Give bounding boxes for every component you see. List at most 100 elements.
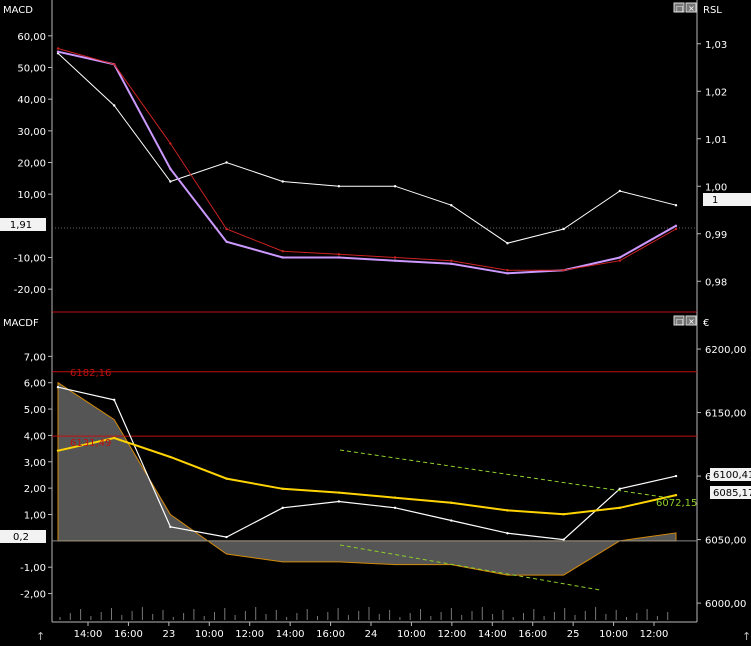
time-tick-label: 12:00 <box>437 629 466 640</box>
upper-value-badge-text: 1,91 <box>10 220 32 231</box>
macdf-histogram-area <box>57 381 677 576</box>
minimize-icon: □ <box>676 4 684 13</box>
upper-left-tick-label: 10,00 <box>17 190 46 201</box>
upper-right-tick-label: 1,01 <box>705 135 727 146</box>
lower-series-point <box>562 512 565 516</box>
lower-series-point <box>674 474 678 478</box>
upper-rsl-badge-text: 1 <box>712 195 718 206</box>
lower-right-tick-label: 6050,00 <box>705 536 746 547</box>
price-badge-lower-text: 6085,17 <box>713 488 751 499</box>
upper-left-tick-label: -10,00 <box>14 254 46 265</box>
upper-series-point <box>562 268 565 272</box>
upper-panel: MACD RSL □ × 60,0050,0040,0030,0020,0010… <box>0 0 751 312</box>
lower-left-tick-label: -2,00 <box>20 590 46 601</box>
time-tick-label: 16:00 <box>316 629 345 640</box>
chart-canvas: MACD RSL □ × 60,0050,0040,0030,0020,0010… <box>0 0 751 643</box>
upper-right-tick-label: 1,03 <box>705 40 727 51</box>
upper-series-point <box>506 268 509 272</box>
upper-series-point <box>506 242 509 245</box>
time-tick-label: 16:00 <box>114 629 143 640</box>
lower-series-point <box>618 487 622 490</box>
lower-series-point <box>393 496 397 499</box>
upper-window-controls[interactable]: □ × <box>673 2 697 13</box>
upper-series-point <box>281 180 284 183</box>
upper-left-tick-label: 30,00 <box>17 127 46 138</box>
upper-series-point <box>393 259 397 262</box>
time-tick-label: 14:00 <box>276 629 305 640</box>
lower-left-label: MACDF <box>3 318 39 329</box>
lower-left-tick-label: 6,00 <box>24 379 46 390</box>
upper-series-point <box>506 272 509 275</box>
upper-series-point <box>56 50 60 53</box>
upper-series-line-rsl <box>57 52 677 244</box>
upper-right-tick-label: 1,00 <box>705 182 727 193</box>
upper-series-point <box>169 167 172 171</box>
lower-left-tick-label: 5,00 <box>24 405 46 416</box>
time-tick-label: 24 <box>365 629 378 640</box>
lower-value-badge-text: 0,2 <box>13 532 29 543</box>
hline-annotation-1: 6182,16 <box>70 368 111 379</box>
chart-window: MACD RSL □ × 60,00 50,00 40,00 30,00 20,00 10… <box>0 0 751 643</box>
upper-left-label: MACD <box>3 5 33 16</box>
time-tick-label: 25 <box>567 629 580 640</box>
upper-series-point <box>225 240 228 243</box>
upper-series-point <box>169 180 172 183</box>
scroll-left-arrow-icon[interactable]: ↑ <box>36 630 45 643</box>
upper-series-point <box>562 227 565 231</box>
lower-window-controls[interactable]: □ × <box>673 315 697 326</box>
time-tick-label: 10:00 <box>599 629 628 640</box>
upper-series-point <box>618 256 622 259</box>
upper-series-point <box>169 142 172 145</box>
upper-series-point <box>112 63 116 66</box>
upper-series-point <box>618 259 622 262</box>
upper-right-label: RSL <box>703 5 722 16</box>
upper-series-line-signal <box>57 48 677 271</box>
lower-series-point <box>562 538 565 541</box>
upper-series-point <box>225 161 228 164</box>
time-tick-label: 23 <box>162 629 175 640</box>
upper-series-point <box>450 259 453 262</box>
lower-series-point <box>393 506 397 510</box>
upper-series-point <box>674 204 678 207</box>
lower-series-point <box>618 506 622 510</box>
upper-series-line-macd <box>57 50 677 275</box>
lower-series-point <box>225 477 228 480</box>
upper-series-point <box>281 249 284 253</box>
trend-annotation: 6072,15 <box>656 498 697 509</box>
upper-left-tick-label: 40,00 <box>17 95 46 106</box>
lower-series-point <box>450 501 453 504</box>
upper-left-tick-label: 60,00 <box>17 32 46 43</box>
lower-left-tick-label: -1,00 <box>20 563 46 574</box>
lower-series-point <box>674 493 678 497</box>
lower-series-point <box>56 449 60 452</box>
upper-left-tick-label: 50,00 <box>17 64 46 75</box>
lower-series-point <box>169 455 172 459</box>
upper-rsl-badge <box>703 193 751 206</box>
upper-series-point <box>225 227 228 231</box>
time-tick-label: 16:00 <box>518 629 547 640</box>
upper-series-point <box>450 204 453 207</box>
lower-series-point <box>506 532 509 535</box>
lower-series-point <box>56 385 60 389</box>
upper-series-point <box>281 256 284 259</box>
lower-series-point <box>337 500 341 503</box>
upper-right-tick-label: 0,98 <box>705 277 727 288</box>
upper-series-point <box>618 189 622 193</box>
trend-line-upper <box>339 449 671 499</box>
upper-right-tick-label: 1,02 <box>705 87 727 98</box>
upper-right-tick-label: 0,99 <box>705 230 727 241</box>
lower-right-label: € <box>703 318 709 329</box>
lower-left-tick-label: 7,00 <box>24 352 46 363</box>
upper-series-point <box>56 47 60 50</box>
lower-left-tick-label: 2,00 <box>24 484 46 495</box>
upper-series-point <box>450 262 453 266</box>
scroll-right-arrow-icon[interactable]: ↑ <box>742 630 751 643</box>
upper-series-point <box>393 256 397 259</box>
upper-left-tick-label: -20,00 <box>14 285 46 296</box>
lower-panel: MACDF € □ × 7,00 6,00 5,00 4,00 3,00 2,00 1,00… <box>0 312 751 623</box>
lower-series-point <box>450 519 453 522</box>
lower-series-point <box>281 487 284 490</box>
lower-series-point <box>112 436 116 440</box>
upper-series-point <box>337 253 341 256</box>
time-tick-label: 12:00 <box>235 629 264 640</box>
